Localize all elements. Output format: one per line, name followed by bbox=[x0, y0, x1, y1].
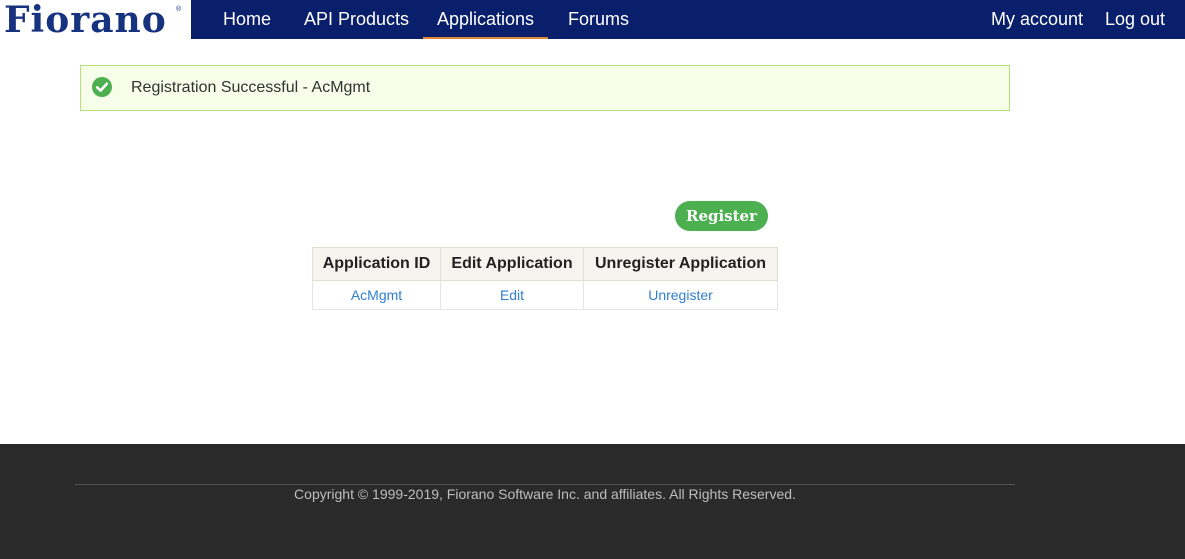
top-nav-bar: Fiorano ® Home API Products Applications… bbox=[0, 0, 1185, 41]
success-alert: Registration Successful - AcMgmt bbox=[80, 65, 1010, 111]
header-edit-application: Edit Application bbox=[440, 247, 584, 281]
footer-copyright: Copyright © 1999-2019, Fiorano Software … bbox=[294, 486, 796, 502]
table-row: AcMgmt Edit Unregister bbox=[312, 280, 778, 310]
registered-mark: ® bbox=[176, 6, 182, 13]
nav-forums[interactable]: Forums bbox=[568, 0, 629, 39]
check-circle-icon bbox=[92, 77, 112, 97]
nav-applications[interactable]: Applications bbox=[423, 0, 549, 39]
logo[interactable]: Fiorano ® bbox=[0, 0, 191, 41]
table-header-row: Application ID Edit Application Unregist… bbox=[312, 247, 778, 281]
cell-edit: Edit bbox=[440, 280, 584, 310]
application-id-link[interactable]: AcMgmt bbox=[351, 287, 402, 303]
header-unregister-application: Unregister Application bbox=[583, 247, 778, 281]
applications-table: Application ID Edit Application Unregist… bbox=[312, 247, 778, 310]
register-button[interactable]: Register bbox=[675, 201, 768, 231]
nav-log-out[interactable]: Log out bbox=[1105, 0, 1165, 39]
nav-home[interactable]: Home bbox=[223, 0, 271, 39]
unregister-link[interactable]: Unregister bbox=[648, 287, 713, 303]
logo-text: Fiorano bbox=[4, 0, 167, 41]
cell-unregister: Unregister bbox=[583, 280, 778, 310]
nav-my-account[interactable]: My account bbox=[991, 0, 1083, 39]
alert-message: Registration Successful - AcMgmt bbox=[131, 79, 371, 96]
cell-application-id: AcMgmt bbox=[312, 280, 441, 310]
footer: Copyright © 1999-2019, Fiorano Software … bbox=[0, 444, 1185, 559]
nav-api-products[interactable]: API Products bbox=[304, 0, 409, 39]
header-application-id: Application ID bbox=[312, 247, 441, 281]
footer-divider bbox=[75, 484, 1015, 485]
edit-link[interactable]: Edit bbox=[500, 287, 524, 303]
